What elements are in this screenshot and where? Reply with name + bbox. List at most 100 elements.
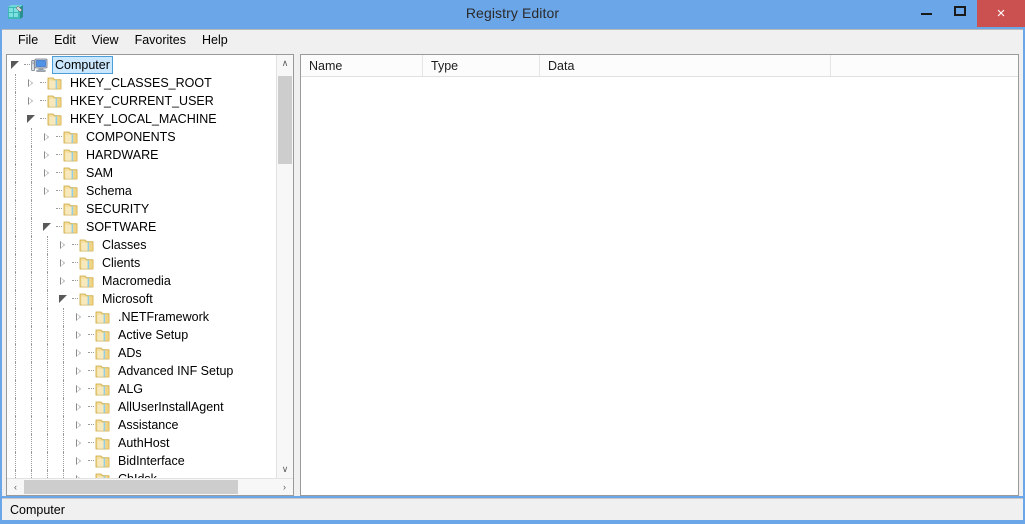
tree-node-label: SECURITY (86, 202, 150, 216)
tree-node[interactable]: HKEY_CURRENT_USER (7, 92, 276, 110)
tree-horizontal-scrollbar[interactable]: ‹ › (7, 478, 293, 495)
expander-expand-icon[interactable] (23, 92, 39, 110)
maximize-button[interactable] (943, 0, 977, 22)
expander-expand-icon[interactable] (71, 308, 87, 326)
column-header-name[interactable]: Name (301, 55, 423, 76)
tree-node[interactable]: Classes (7, 236, 276, 254)
tree-indent-guide (23, 182, 39, 200)
tree-connector-line (55, 218, 63, 236)
tree-node[interactable]: Microsoft (7, 290, 276, 308)
tree-node[interactable]: Clients (7, 254, 276, 272)
tree-node-label: HKEY_CLASSES_ROOT (70, 76, 212, 90)
expander-expand-icon[interactable] (39, 164, 55, 182)
tree-node[interactable]: HARDWARE (7, 146, 276, 164)
tree-node[interactable]: Macromedia (7, 272, 276, 290)
horizontal-scroll-track[interactable] (24, 479, 276, 495)
tree-node[interactable]: SECURITY (7, 200, 276, 218)
menu-item-favorites[interactable]: Favorites (127, 31, 194, 49)
registry-key-folder-icon (63, 148, 79, 163)
tree-connector-line (55, 200, 63, 218)
expander-expand-icon[interactable] (55, 236, 71, 254)
tree-indent-guide (55, 308, 71, 326)
registry-tree-pane: Computer HKEY_CLASSES_ROOT HKEY_CURRENT_US… (6, 54, 294, 496)
tree-node[interactable]: HKEY_LOCAL_MACHINE (7, 110, 276, 128)
tree-node[interactable]: Schema (7, 182, 276, 200)
tree-node[interactable]: Assistance (7, 416, 276, 434)
tree-indent-guide (23, 416, 39, 434)
menu-item-help[interactable]: Help (194, 31, 236, 49)
expander-expand-icon[interactable] (39, 128, 55, 146)
tree-node-label: Assistance (118, 418, 179, 432)
tree-node[interactable]: Advanced INF Setup (7, 362, 276, 380)
tree-indent-guide (7, 164, 23, 182)
column-header-type[interactable]: Type (423, 55, 540, 76)
tree-indent-guide (7, 254, 23, 272)
expander-expand-icon[interactable] (71, 344, 87, 362)
tree-node[interactable]: CbIdsk (7, 470, 276, 478)
tree-indent-guide (55, 380, 71, 398)
expander-expand-icon[interactable] (23, 74, 39, 92)
tree-node[interactable]: COMPONENTS (7, 128, 276, 146)
registry-key-folder-icon (63, 130, 79, 145)
tree-node[interactable]: ADs (7, 344, 276, 362)
menu-item-view[interactable]: View (84, 31, 127, 49)
title-bar: Registry Editor × (0, 0, 1025, 29)
tree-node[interactable]: SAM (7, 164, 276, 182)
horizontal-scroll-thumb[interactable] (24, 480, 238, 494)
expander-expand-icon[interactable] (71, 452, 87, 470)
scroll-down-button[interactable]: ∨ (277, 461, 293, 478)
expander-expand-icon[interactable] (71, 470, 87, 478)
expander-expand-icon[interactable] (71, 362, 87, 380)
expander-collapse-icon[interactable] (7, 56, 23, 74)
content-area: Computer HKEY_CLASSES_ROOT HKEY_CURRENT_US… (2, 50, 1023, 496)
expander-expand-icon[interactable] (71, 416, 87, 434)
window-title: Registry Editor (465, 5, 560, 21)
tree-node[interactable]: BidInterface (7, 452, 276, 470)
tree-node[interactable]: SOFTWARE (7, 218, 276, 236)
expander-expand-icon[interactable] (71, 434, 87, 452)
scroll-right-button[interactable]: › (276, 479, 293, 495)
minimize-icon (920, 13, 932, 15)
registry-key-folder-icon (79, 292, 95, 307)
tree-connector-line (71, 254, 79, 272)
tree-connector-line (87, 470, 95, 478)
tree-node[interactable]: AllUserInstallAgent (7, 398, 276, 416)
column-header-data[interactable]: Data (540, 55, 831, 76)
tree-node[interactable]: Active Setup (7, 326, 276, 344)
expander-expand-icon[interactable] (71, 380, 87, 398)
minimize-button[interactable] (909, 0, 943, 22)
tree-indent-guide (23, 128, 39, 146)
tree-node[interactable]: ALG (7, 380, 276, 398)
expander-expand-icon[interactable] (71, 326, 87, 344)
tree-vertical-scrollbar[interactable]: ∧ ∨ (276, 55, 293, 478)
scroll-up-button[interactable]: ∧ (277, 55, 293, 72)
tree-node-label: ALG (118, 382, 144, 396)
values-list[interactable] (301, 77, 1018, 495)
expander-collapse-icon[interactable] (39, 218, 55, 236)
vertical-scroll-thumb[interactable] (278, 76, 292, 164)
expander-expand-icon[interactable] (71, 398, 87, 416)
expander-expand-icon[interactable] (55, 254, 71, 272)
maximize-icon (954, 6, 966, 16)
tree-node-label: BidInterface (118, 454, 185, 468)
tree-node[interactable]: AuthHost (7, 434, 276, 452)
expander-expand-icon[interactable] (39, 146, 55, 164)
tree-node[interactable]: .NETFramework (7, 308, 276, 326)
vertical-scroll-track[interactable] (277, 72, 293, 461)
tree-node[interactable]: HKEY_CLASSES_ROOT (7, 74, 276, 92)
tree-node-label: SOFTWARE (86, 220, 157, 234)
menu-item-file[interactable]: File (10, 31, 46, 49)
tree-node-label: AllUserInstallAgent (118, 400, 224, 414)
expander-expand-icon[interactable] (55, 272, 71, 290)
tree-node-label: Classes (102, 238, 147, 252)
expander-expand-icon[interactable] (39, 182, 55, 200)
tree-indent-guide (7, 146, 23, 164)
scroll-left-button[interactable]: ‹ (7, 479, 24, 495)
menu-item-edit[interactable]: Edit (46, 31, 84, 49)
expander-collapse-icon[interactable] (55, 290, 71, 308)
registry-tree[interactable]: Computer HKEY_CLASSES_ROOT HKEY_CURRENT_US… (7, 55, 276, 478)
tree-indent-guide (23, 290, 39, 308)
tree-node[interactable]: Computer (7, 56, 276, 74)
close-button[interactable]: × (977, 0, 1025, 27)
expander-collapse-icon[interactable] (23, 110, 39, 128)
